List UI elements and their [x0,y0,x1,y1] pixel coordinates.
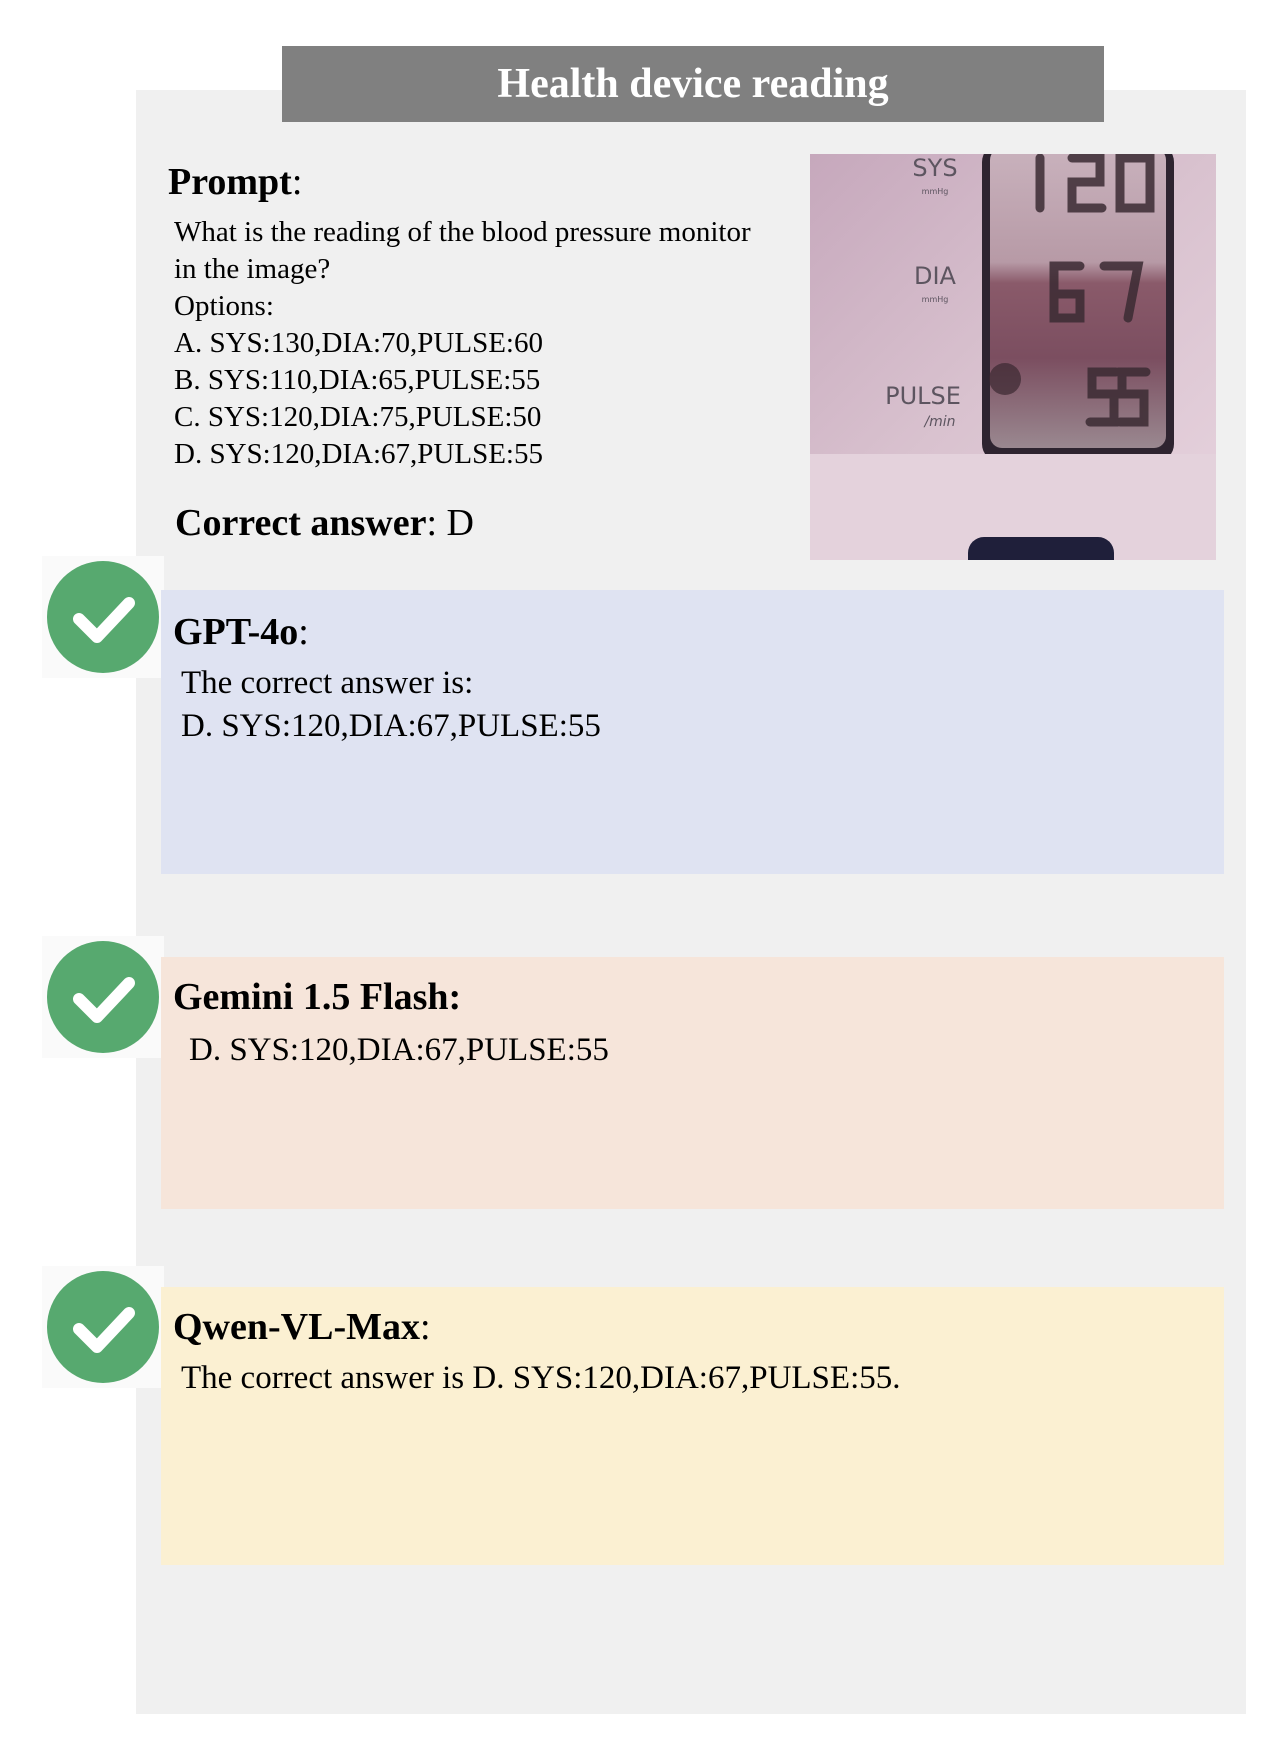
model-name-text: GPT-4o [173,611,299,653]
model-name: Gemini 1.5 Flash: [173,975,461,1019]
check-icon [47,941,159,1053]
model-name-text: Gemini 1.5 Flash: [173,976,462,1018]
model-name-text: Qwen-VL-Max [173,1306,420,1348]
response-text: D. SYS:120,DIA:67,PULSE:55 [189,1029,609,1072]
prompt-block: Prompt: What is the reading of the blood… [168,160,808,473]
response-line: The correct answer is: [181,665,474,701]
response-text: The correct answer is: D. SYS:120,DIA:67… [181,662,601,748]
correct-answer-colon: : [426,502,438,544]
response-card-gpt4o: GPT-4o: The correct answer is: D. SYS:12… [161,590,1224,874]
model-name: Qwen-VL-Max: [173,1305,431,1349]
dia-unit: mmHg [922,295,949,304]
blood-pressure-monitor-image: SYS mmHg DIA mmHg PULSE /min 120 67 55 [810,154,1216,560]
model-name-colon: : [419,1306,431,1348]
option-a: A. SYS:130,DIA:70,PULSE:60 [174,327,543,359]
prompt-heading: Prompt: [168,160,808,204]
response-line: The correct answer is D. SYS:120,DIA:67,… [181,1360,901,1396]
model-name-colon: : [298,611,309,653]
page-title: Health device reading [497,61,889,107]
option-d: D. SYS:120,DIA:67,PULSE:55 [174,438,543,470]
correct-answer: Correct answer: D [175,500,474,546]
pulse-unit: /min [922,414,955,430]
check-icon [47,1271,159,1383]
dia-label: DIA [914,262,957,290]
prompt-label: Prompt [168,161,292,203]
title-bar: Health device reading [282,46,1104,122]
response-line: D. SYS:120,DIA:67,PULSE:55 [189,1032,609,1068]
option-c: C. SYS:120,DIA:75,PULSE:50 [174,401,542,433]
sys-unit: mmHg [922,187,949,196]
correct-answer-value: D [437,502,474,544]
question-line-1: What is the reading of the blood pressur… [174,216,751,248]
response-text: The correct answer is D. SYS:120,DIA:67,… [181,1357,901,1400]
option-b: B. SYS:110,DIA:65,PULSE:55 [174,364,541,396]
prompt-colon: : [291,161,303,203]
model-name: GPT-4o: [173,610,309,654]
question-line-2: in the image? [174,253,331,285]
response-card-qwen: Qwen-VL-Max: The correct answer is D. SY… [161,1287,1224,1565]
correct-answer-label: Correct answer [175,502,427,544]
check-icon [47,561,159,673]
options-label: Options: [174,290,274,322]
prompt-body: What is the reading of the blood pressur… [174,214,808,473]
pulse-label: PULSE [885,382,961,410]
response-card-gemini: Gemini 1.5 Flash: D. SYS:120,DIA:67,PULS… [161,957,1224,1209]
sys-label: SYS [912,154,957,182]
response-line: D. SYS:120,DIA:67,PULSE:55 [181,708,601,744]
